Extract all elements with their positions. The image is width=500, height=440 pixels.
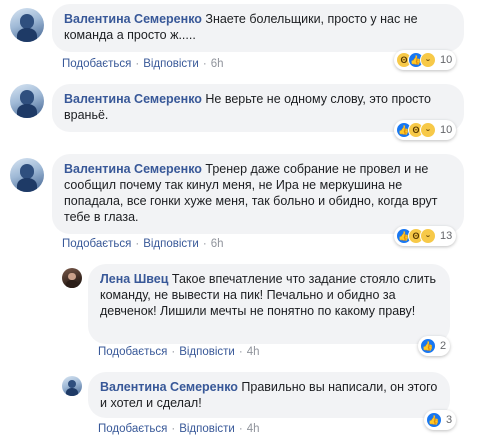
reactions-summary[interactable]: ʘ 👍 ᵕ 10 (394, 50, 457, 70)
like-link[interactable]: Подобається (62, 238, 131, 250)
separator: · (202, 58, 207, 70)
like-link[interactable]: Подобається (98, 346, 167, 358)
comment-author[interactable]: Валентина Семеренко (64, 162, 202, 176)
reaction-count: 2 (440, 340, 447, 352)
comment-actions: Подобається · Відповісти · 4h (98, 423, 260, 435)
separator: · (135, 238, 140, 250)
comment-time[interactable]: 4h (247, 346, 260, 358)
like-reaction-icon: 👍 (420, 338, 436, 354)
reply-link[interactable]: Відповісти (179, 346, 235, 358)
reactions-summary[interactable]: 👍 3 (424, 410, 457, 430)
comment-time[interactable]: 6h (211, 238, 224, 250)
reaction-count: 3 (446, 414, 453, 426)
comment-bubble: Валентина Семеренко Правильно вы написал… (88, 372, 450, 418)
reactions-summary[interactable]: 👍 ʘ ᵕ 13 (394, 226, 457, 246)
comment-actions: Подобається · Відповісти · 6h (62, 58, 224, 70)
separator: · (171, 346, 176, 358)
sad-reaction-icon: ᵕ (420, 52, 436, 68)
comment-actions: Подобається · Відповісти · 4h (98, 346, 260, 358)
reactions-summary[interactable]: 👍 2 (418, 336, 451, 356)
reply-link[interactable]: Відповісти (143, 238, 199, 250)
comment-author[interactable]: Валентина Семеренко (64, 92, 202, 106)
avatar[interactable] (10, 84, 44, 118)
separator: · (171, 423, 176, 435)
like-link[interactable]: Подобається (98, 423, 167, 435)
avatar[interactable] (62, 376, 82, 396)
comment-time[interactable]: 6h (211, 58, 224, 70)
reaction-count: 10 (440, 124, 453, 136)
reply-link[interactable]: Відповісти (143, 58, 199, 70)
avatar[interactable] (62, 268, 82, 288)
comment-actions: Подобається · Відповісти · 6h (62, 238, 224, 250)
avatar[interactable] (10, 8, 44, 42)
sad-reaction-icon: ᵕ (420, 228, 436, 244)
separator: · (238, 423, 243, 435)
comment-time[interactable]: 4h (247, 423, 260, 435)
reaction-count: 13 (440, 230, 453, 242)
comment-bubble: Валентина Семеренко Тренер даже собрание… (52, 154, 464, 234)
reaction-count: 10 (440, 54, 453, 66)
sad-reaction-icon: ᵕ (420, 122, 436, 138)
reply-link[interactable]: Відповісти (179, 423, 235, 435)
like-reaction-icon: 👍 (426, 412, 442, 428)
comment-author[interactable]: Лена Швец (100, 272, 168, 286)
separator: · (238, 346, 243, 358)
comment-bubble: Лена Швец Такое впечатление что задание … (88, 264, 450, 344)
reactions-summary[interactable]: 👍 ʘ ᵕ 10 (394, 120, 457, 140)
like-link[interactable]: Подобається (62, 58, 131, 70)
avatar[interactable] (10, 158, 44, 192)
comment-bubble: Валентина Семеренко Знаете болельщики, п… (52, 4, 464, 52)
separator: · (135, 58, 140, 70)
separator: · (202, 238, 207, 250)
comment-author[interactable]: Валентина Семеренко (64, 12, 202, 26)
comment-author[interactable]: Валентина Семеренко (100, 380, 238, 394)
